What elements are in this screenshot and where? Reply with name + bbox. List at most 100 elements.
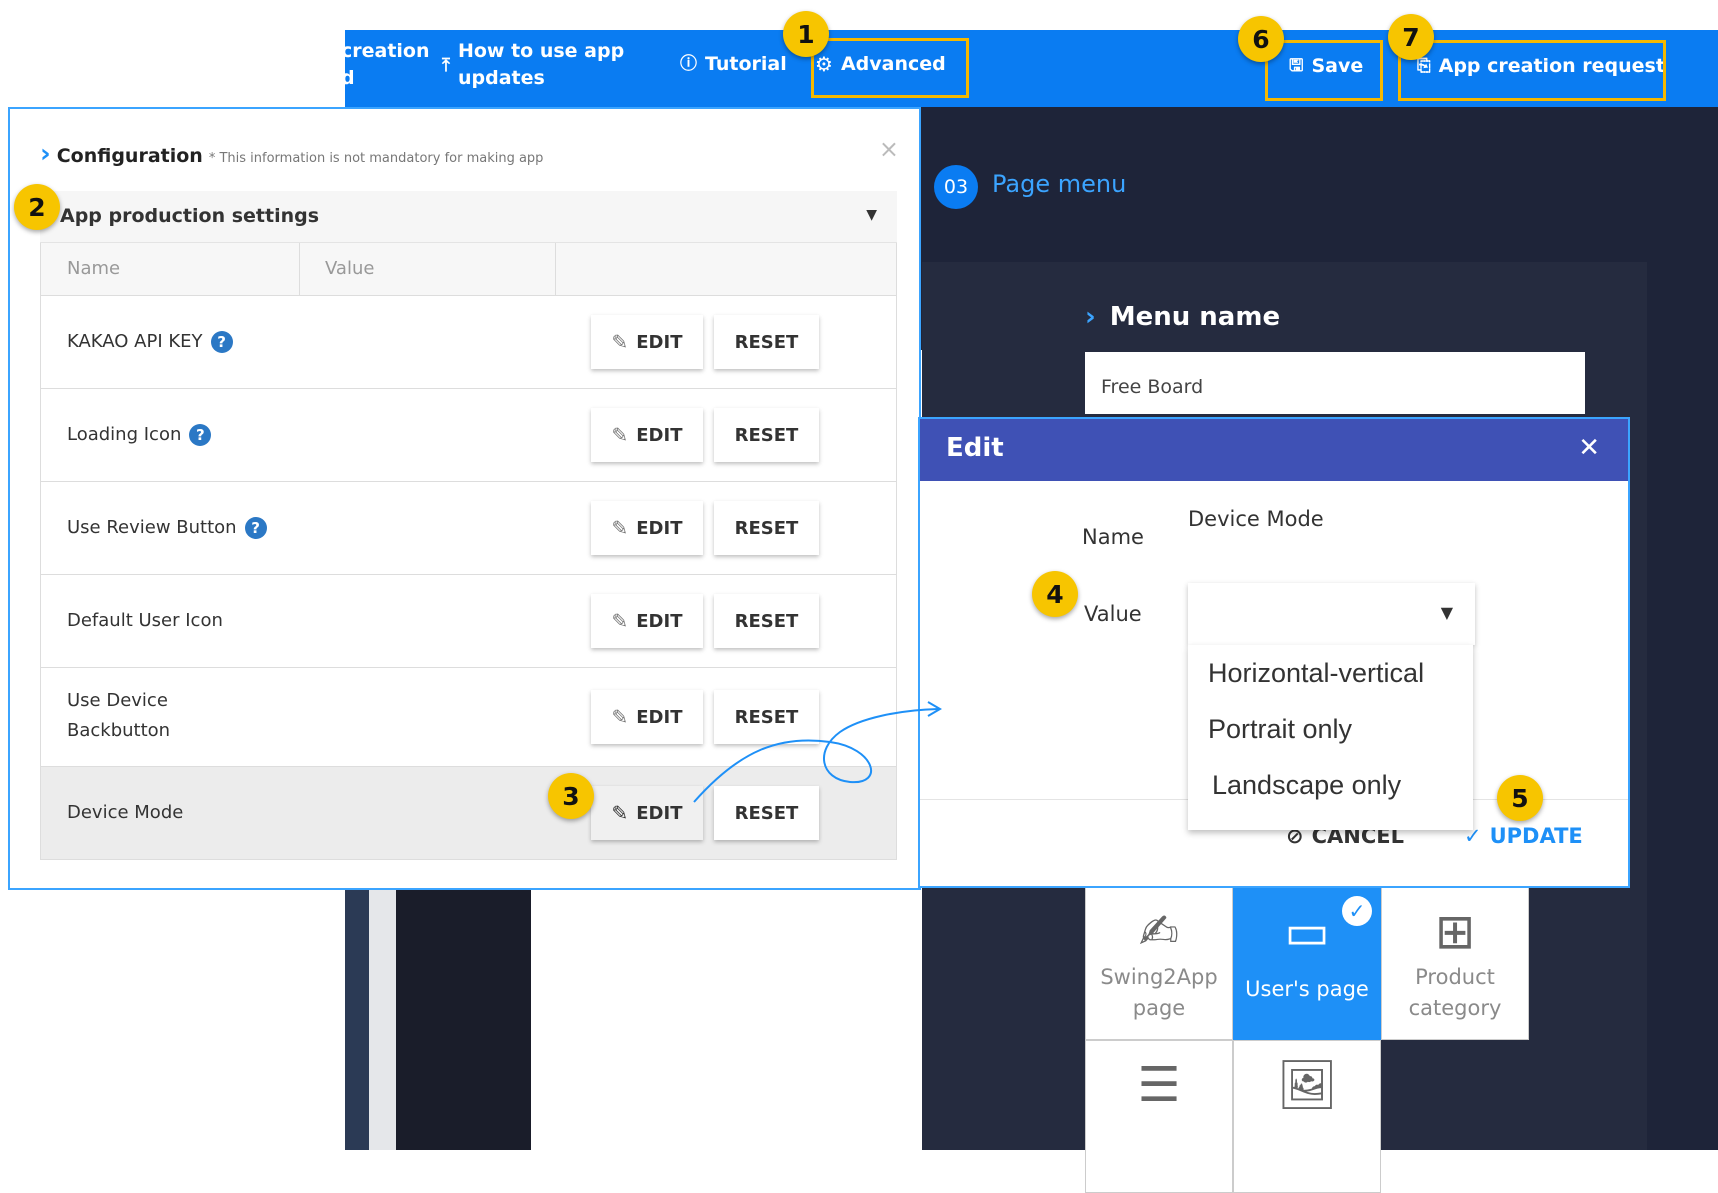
nav-item-label: d — [341, 67, 355, 89]
help-circle-icon: ⓘ — [680, 54, 697, 74]
row-name: Loading Icon ? — [67, 420, 212, 450]
page-menu-title: Page menu — [992, 170, 1127, 198]
nav-item-label: creation — [341, 40, 430, 62]
row-name: Default User Icon — [67, 606, 223, 636]
reset-button[interactable]: RESET — [714, 408, 819, 462]
row-name: Device Mode — [67, 798, 183, 828]
pencil-icon: ✎ — [611, 801, 629, 825]
option-item[interactable]: Horizontal-vertical — [1188, 645, 1473, 701]
row-name: KAKAO API KEY ? — [67, 327, 233, 357]
tile-label: User's page — [1245, 977, 1369, 1001]
update-label: UPDATE — [1489, 824, 1583, 848]
table-row: Loading Icon ? ✎ EDIT RESET — [41, 389, 896, 482]
help-icon[interactable]: ? — [244, 517, 267, 539]
section-label: App production settings — [60, 205, 320, 227]
tile-image[interactable]: 🖼 — [1233, 1040, 1381, 1193]
pencil-icon: ✎ — [611, 516, 629, 540]
grid-icon: ⊞ — [1434, 904, 1476, 960]
edit-button[interactable]: ✎ EDIT — [591, 315, 703, 369]
reset-button[interactable]: RESET — [714, 501, 819, 555]
option-item[interactable]: Portrait only — [1188, 701, 1473, 757]
tile-label: page — [1132, 996, 1186, 1020]
edit-button[interactable]: ✎ EDIT — [591, 501, 703, 555]
step-marker: 6 — [1238, 16, 1284, 62]
step-marker: 3 — [548, 773, 594, 819]
row-name-label: KAKAO API KEY — [67, 331, 203, 352]
name-label: Name — [1082, 525, 1144, 549]
edit-label: EDIT — [636, 706, 683, 728]
signature-icon: ✍ — [1138, 904, 1180, 960]
menu-name-heading: › Menu name — [1085, 302, 1280, 332]
pencil-icon: ✎ — [611, 705, 629, 729]
pencil-icon: ✎ — [611, 609, 629, 633]
nav-item-label: updates — [457, 67, 545, 89]
tile-label: Product — [1415, 965, 1495, 989]
close-icon[interactable]: ✕ — [1578, 433, 1600, 463]
value-select[interactable]: ▼ — [1188, 583, 1475, 645]
column-header-value: Value — [325, 258, 375, 279]
highlight-advanced — [811, 38, 969, 98]
column-divider — [299, 243, 300, 296]
edit-button[interactable]: ✎ EDIT — [591, 408, 703, 462]
close-icon[interactable]: × — [879, 135, 899, 163]
tile-label: category — [1408, 996, 1502, 1020]
menu-name-input[interactable]: Free Board — [1085, 352, 1585, 414]
name-value: Device Mode — [1188, 507, 1324, 531]
check-badge-icon: ✓ — [1342, 896, 1372, 926]
step-marker: 2 — [14, 184, 60, 230]
row-name-label: Backbutton — [67, 720, 171, 741]
table-row: KAKAO API KEY ? ✎ EDIT RESET — [41, 296, 896, 389]
row-name: Use Review Button ? — [67, 513, 267, 543]
value-options-list: Horizontal-vertical Portrait only Landsc… — [1188, 645, 1473, 830]
edit-button[interactable]: ✎ EDIT — [591, 594, 703, 648]
table-header: Name Value — [41, 243, 896, 296]
table-row: Default User Icon ✎ EDIT RESET — [41, 575, 896, 668]
edit-dialog-title: Edit — [946, 433, 1004, 463]
connector-arrow — [693, 701, 942, 803]
caret-down-icon: ▼ — [866, 207, 877, 223]
tile-users-page[interactable]: ▭ User's page ✓ — [1233, 887, 1381, 1040]
row-name-label: Default User Icon — [67, 610, 223, 631]
column-header-name: Name — [67, 258, 121, 279]
highlight-save — [1265, 40, 1383, 101]
tile-swing2app-page[interactable]: ✍ Swing2App page — [1085, 887, 1233, 1040]
option-item[interactable]: Landscape only — [1188, 757, 1473, 813]
row-name: Use Device Backbutton — [67, 686, 170, 746]
table-row: Use Review Button ? ✎ EDIT RESET — [41, 482, 896, 575]
nav-item-label: Tutorial — [705, 53, 787, 75]
update-button[interactable]: ✓ UPDATE — [1464, 824, 1583, 848]
upload-icon: ⤒ — [442, 54, 450, 76]
help-icon[interactable]: ? — [210, 331, 233, 353]
edit-label: EDIT — [636, 610, 683, 632]
tile-bulletin-board[interactable]: ☰ — [1085, 1040, 1233, 1193]
configuration-title: Configuration — [56, 145, 203, 167]
step-marker: 7 — [1388, 14, 1434, 60]
configuration-note: * This information is not mandatory for … — [208, 151, 544, 166]
row-name-label: Use Review Button — [67, 517, 237, 538]
tile-product-category[interactable]: ⊞ Product category — [1381, 887, 1529, 1040]
value-label: Value — [1084, 602, 1142, 626]
step-marker: 1 — [783, 11, 829, 57]
nav-item-app-updates[interactable]: ⤒ How to use app updates — [442, 38, 624, 92]
nav-item-label: How to use app — [457, 40, 625, 62]
step-marker: 4 — [1032, 571, 1078, 617]
configuration-header: › Configuration * This information is no… — [40, 139, 543, 169]
pencil-icon: ✎ — [611, 330, 629, 354]
list-document-icon: ☰ — [1137, 1057, 1181, 1113]
help-icon[interactable]: ? — [189, 424, 212, 446]
tile-label: Swing2App — [1100, 965, 1218, 989]
edit-dialog-header: Edit ✕ — [920, 419, 1628, 481]
pencil-icon: ✎ — [611, 423, 629, 447]
section-app-production-settings[interactable]: App production settings ▼ — [40, 191, 897, 243]
edit-label: EDIT — [636, 517, 683, 539]
chevron-right-icon: › — [40, 139, 51, 169]
nav-item-tutorial[interactable]: ⓘ Tutorial — [680, 51, 787, 78]
step-badge: 03 — [934, 165, 978, 209]
step-marker: 5 — [1497, 775, 1543, 821]
nav-item-app-creation[interactable]: creation d — [341, 38, 430, 92]
reset-button[interactable]: RESET — [714, 315, 819, 369]
reset-button[interactable]: RESET — [714, 594, 819, 648]
edit-label: EDIT — [636, 802, 683, 824]
column-divider — [555, 243, 556, 296]
page-type-tiles: ✍ Swing2App page ▭ User's page ✓ ⊞ Produ… — [1085, 887, 1530, 1193]
